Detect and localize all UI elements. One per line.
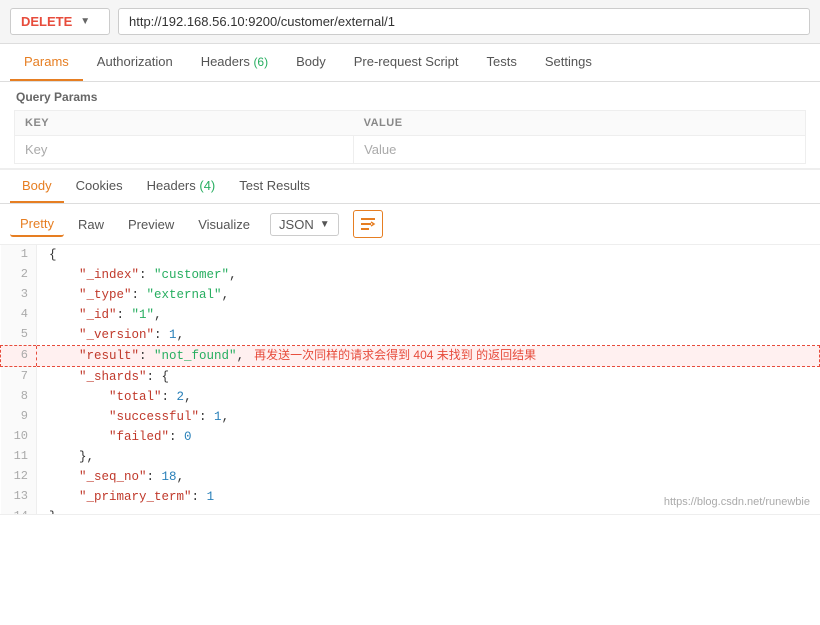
line-content: "_version": 1,	[37, 325, 820, 346]
json-format-select[interactable]: JSON ▼	[270, 213, 339, 236]
tab-headers[interactable]: Headers (6)	[187, 44, 282, 81]
code-area[interactable]: 1{2 "_index": "customer",3 "_type": "ext…	[0, 245, 820, 515]
table-row: 14}	[1, 507, 820, 515]
params-placeholder-row: Key Value	[15, 136, 806, 164]
code-table: 1{2 "_index": "customer",3 "_type": "ext…	[0, 245, 820, 515]
line-number: 10	[1, 427, 37, 447]
table-row: 7 "_shards": {	[1, 367, 820, 388]
line-number: 1	[1, 245, 37, 265]
line-content: "_id": "1",	[37, 305, 820, 325]
json-label: JSON	[279, 217, 314, 232]
line-content: "successful": 1,	[37, 407, 820, 427]
table-row: 6 "result": "not_found",再发送一次同样的请求会得到 40…	[1, 346, 820, 367]
value-column-header: VALUE	[354, 111, 806, 136]
line-number: 14	[1, 507, 37, 515]
line-number: 5	[1, 325, 37, 346]
line-content: }	[37, 507, 820, 515]
headers-badge: (6)	[253, 55, 268, 69]
query-params-section: Query Params KEY VALUE Key Value	[0, 82, 820, 164]
fmt-pretty[interactable]: Pretty	[10, 212, 64, 237]
resp-headers-badge: (4)	[199, 178, 215, 193]
table-row: 8 "total": 2,	[1, 387, 820, 407]
line-number: 12	[1, 467, 37, 487]
fmt-visualize[interactable]: Visualize	[188, 213, 260, 236]
fmt-raw[interactable]: Raw	[68, 213, 114, 236]
line-number: 11	[1, 447, 37, 467]
method-dropdown[interactable]: DELETE ▼	[10, 8, 110, 35]
line-content: {	[37, 245, 820, 265]
watermark: https://blog.csdn.net/runewbie	[664, 496, 810, 508]
key-column-header: KEY	[15, 111, 354, 136]
top-bar: DELETE ▼	[0, 0, 820, 44]
table-row: 9 "successful": 1,	[1, 407, 820, 427]
tab-body[interactable]: Body	[282, 44, 340, 81]
wrap-icon[interactable]	[353, 210, 383, 238]
line-content: "_type": "external",	[37, 285, 820, 305]
line-number: 13	[1, 487, 37, 507]
line-content: "_shards": {	[37, 367, 820, 388]
line-number: 9	[1, 407, 37, 427]
resp-tab-body[interactable]: Body	[10, 170, 64, 203]
tab-settings[interactable]: Settings	[531, 44, 606, 81]
line-content: "total": 2,	[37, 387, 820, 407]
table-row: 4 "_id": "1",	[1, 305, 820, 325]
format-bar: Pretty Raw Preview Visualize JSON ▼	[0, 204, 820, 245]
line-number: 6	[1, 346, 37, 367]
line-number: 3	[1, 285, 37, 305]
table-row: 12 "_seq_no": 18,	[1, 467, 820, 487]
query-params-title: Query Params	[14, 90, 806, 104]
line-number: 7	[1, 367, 37, 388]
table-row: 11 },	[1, 447, 820, 467]
request-tabs: Params Authorization Headers (6) Body Pr…	[0, 44, 820, 82]
key-placeholder[interactable]: Key	[15, 136, 354, 164]
line-content: "_seq_no": 18,	[37, 467, 820, 487]
json-chevron: ▼	[320, 219, 330, 230]
table-row: 5 "_version": 1,	[1, 325, 820, 346]
response-tabs: Body Cookies Headers (4) Test Results	[0, 168, 820, 204]
value-placeholder[interactable]: Value	[354, 136, 806, 164]
tab-tests[interactable]: Tests	[473, 44, 531, 81]
resp-tab-testresults[interactable]: Test Results	[227, 170, 322, 203]
line-number: 2	[1, 265, 37, 285]
url-input[interactable]	[118, 8, 810, 35]
line-number: 8	[1, 387, 37, 407]
resp-tab-headers[interactable]: Headers (4)	[135, 170, 228, 203]
annotation: 再发送一次同样的请求会得到 404 未找到 的返回结果	[254, 348, 536, 362]
tab-params[interactable]: Params	[10, 44, 83, 81]
method-chevron: ▼	[80, 16, 90, 27]
line-content: "failed": 0	[37, 427, 820, 447]
resp-tab-cookies[interactable]: Cookies	[64, 170, 135, 203]
tab-prerequest[interactable]: Pre-request Script	[340, 44, 473, 81]
line-number: 4	[1, 305, 37, 325]
fmt-preview[interactable]: Preview	[118, 213, 184, 236]
line-content: "result": "not_found",再发送一次同样的请求会得到 404 …	[37, 346, 820, 367]
table-row: 3 "_type": "external",	[1, 285, 820, 305]
table-row: 10 "failed": 0	[1, 427, 820, 447]
table-row: 2 "_index": "customer",	[1, 265, 820, 285]
line-content: },	[37, 447, 820, 467]
tab-authorization[interactable]: Authorization	[83, 44, 187, 81]
params-table: KEY VALUE Key Value	[14, 110, 806, 164]
line-content: "_index": "customer",	[37, 265, 820, 285]
method-label: DELETE	[21, 14, 72, 29]
table-row: 1{	[1, 245, 820, 265]
